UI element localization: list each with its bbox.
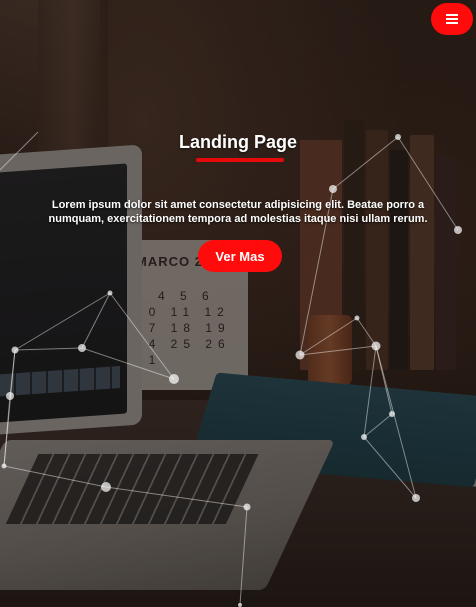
title-underline	[196, 158, 284, 162]
page-title: Landing Page	[178, 132, 297, 152]
hero-description: Lorem ipsum dolor sit amet consectetur a…	[48, 199, 428, 225]
menu-button[interactable]	[431, 3, 473, 35]
hero-section: MARCO 20 3 4 5 6 10 11 12 17 18 19 24 25 26…	[0, 0, 476, 607]
ver-mas-button[interactable]: Ver Mas	[198, 240, 282, 272]
hamburger-icon	[446, 14, 458, 24]
particle-network	[0, 131, 462, 607]
